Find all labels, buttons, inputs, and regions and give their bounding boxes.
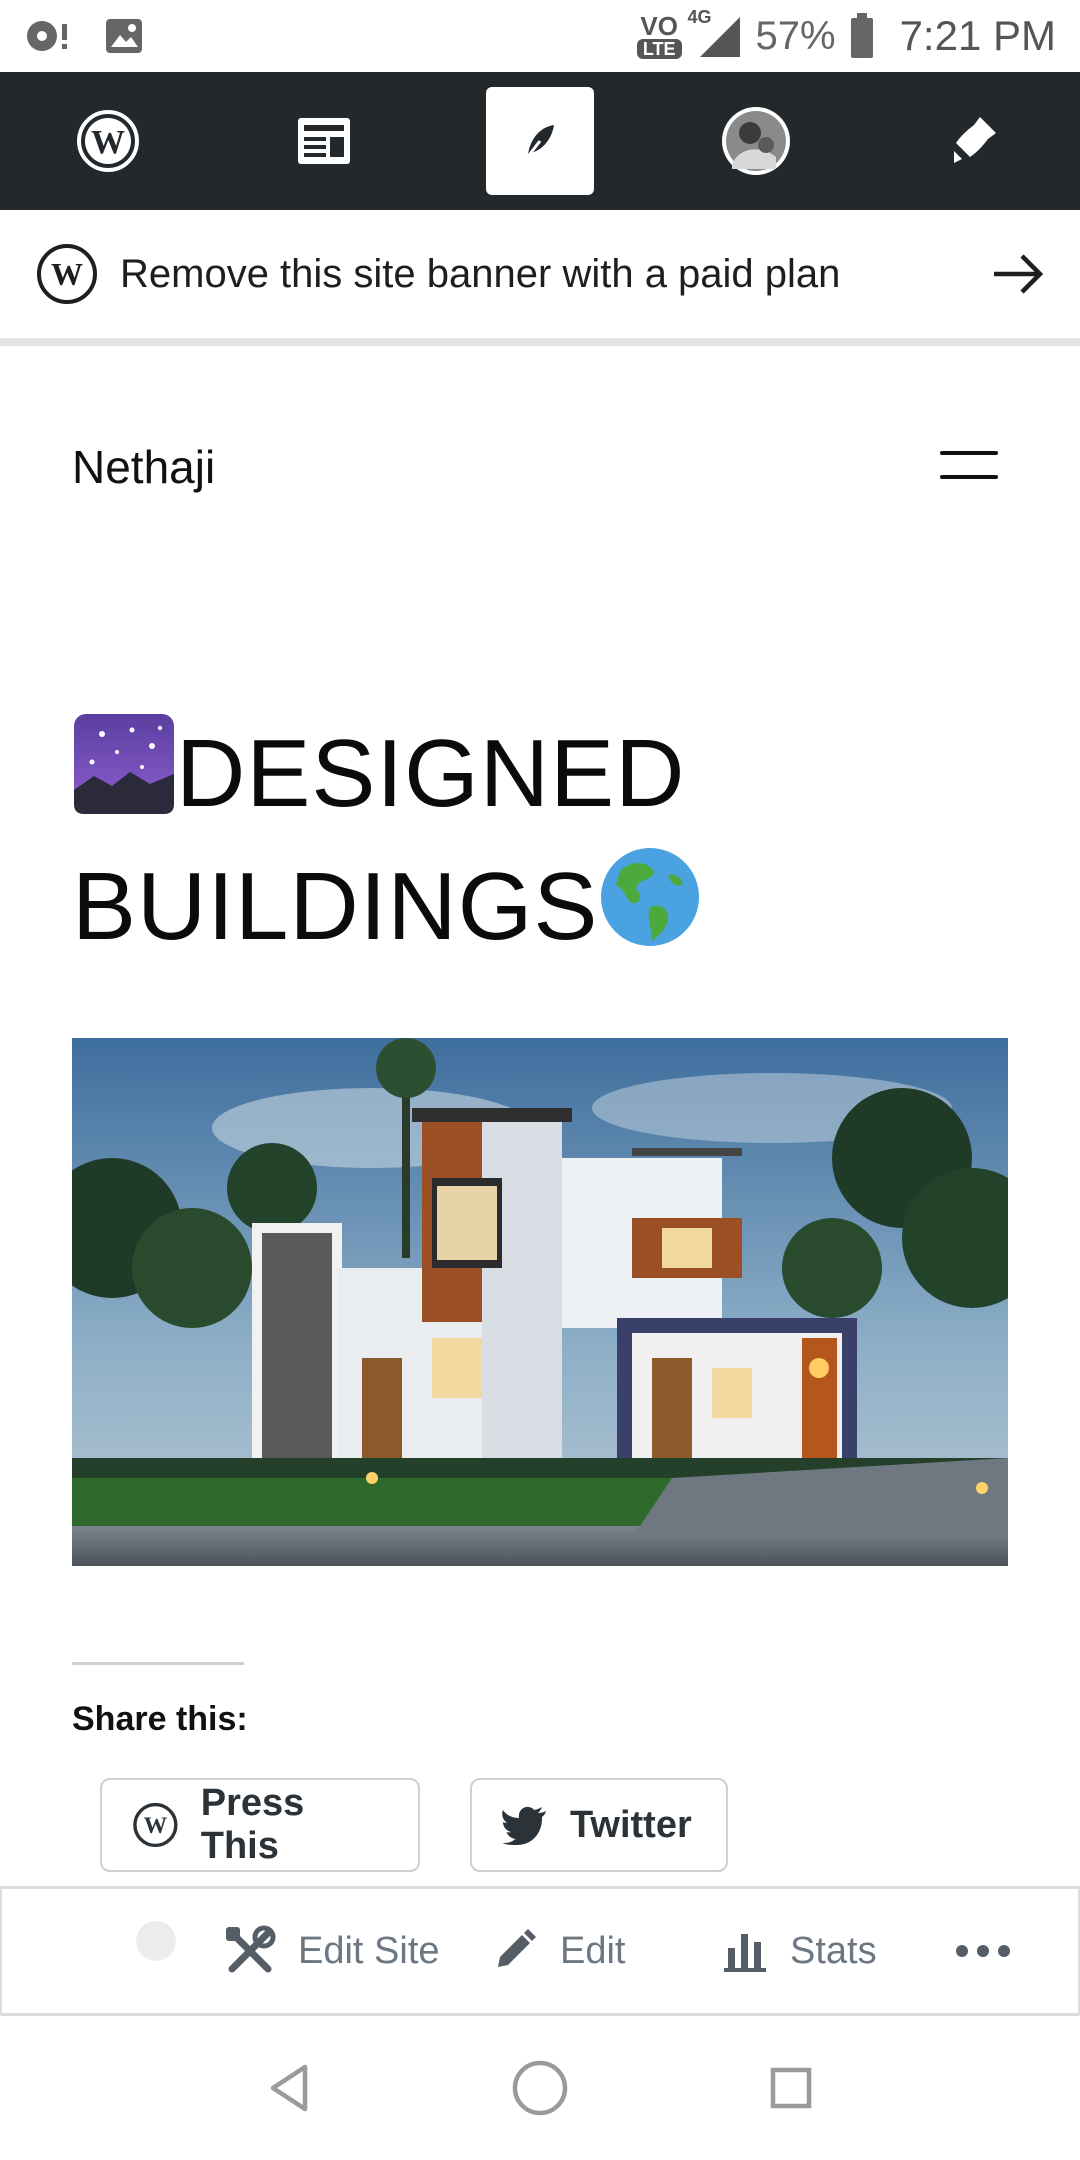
wordpress-logo-icon: W (37, 244, 97, 304)
volte-icon: VO LTE (636, 11, 682, 59)
post-title-line1: DESIGNED (176, 720, 686, 827)
edit-site-button[interactable]: Edit Site (224, 1889, 440, 2013)
arrow-right-icon (994, 254, 1044, 294)
image-icon (104, 17, 144, 55)
stats-button[interactable]: Stats (722, 1889, 877, 2013)
more-options-button[interactable] (954, 1889, 1012, 2013)
my-sites-button[interactable]: W (54, 87, 162, 195)
stats-label: Stats (790, 1929, 877, 1972)
menu-line-top (940, 451, 998, 455)
post-title: DESIGNED BUILDINGS (72, 712, 992, 978)
wordpress-logo-icon: W (77, 110, 139, 172)
stats-bar-chart-icon (724, 1934, 766, 1972)
write-feather-icon (524, 125, 554, 160)
network-type-label: 4G (687, 7, 712, 27)
signal-icon: 4G (688, 7, 742, 59)
share-heading: Share this: (72, 1700, 248, 1738)
press-this-label: Press This (200, 1782, 305, 1867)
recents-icon[interactable] (769, 2066, 813, 2110)
twitter-share-button[interactable]: Twitter (470, 1778, 728, 1872)
twitter-label: Twitter (570, 1803, 692, 1846)
menu-line-bottom (940, 475, 998, 479)
profile-button[interactable] (702, 87, 810, 195)
notifications-bell-icon (954, 117, 996, 163)
reader-icon (298, 118, 350, 164)
upgrade-banner[interactable]: W Remove this site banner with a paid pl… (0, 210, 1080, 346)
volte-label: VO (640, 11, 678, 41)
post-title-line2: BUILDINGS (72, 853, 599, 960)
screen: VO LTE 4G 57% 7:21 PM W W Remove this si… (0, 0, 1080, 2160)
ellipsis-icon (956, 1945, 1010, 1957)
home-icon[interactable] (511, 2059, 569, 2117)
wordpress-logo-icon: W (133, 1802, 178, 1848)
sync-alert-icon (24, 16, 74, 56)
avatar (722, 107, 790, 175)
banner-text: Remove this site banner with a paid plan (120, 251, 841, 296)
globe-americas-emoji-icon (598, 845, 702, 978)
status-bar: VO LTE 4G 57% 7:21 PM (0, 0, 1080, 72)
pencil-icon (498, 1929, 536, 1967)
clock: 7:21 PM (899, 12, 1056, 59)
svg-text:W: W (51, 256, 83, 292)
battery-percent: 57% (755, 13, 836, 58)
write-button[interactable] (486, 87, 594, 195)
menu-button[interactable] (940, 445, 998, 485)
svg-text:W: W (144, 1813, 167, 1839)
facebook-share-button-hidden (134, 1919, 178, 1963)
edit-site-label: Edit Site (298, 1929, 440, 1972)
tools-icon (226, 1925, 276, 1973)
featured-image[interactable] (72, 1038, 1008, 1566)
battery-icon (850, 13, 874, 59)
notifications-button[interactable] (918, 87, 1026, 195)
svg-text:W: W (91, 124, 125, 161)
press-this-button[interactable]: W Press This (100, 1778, 420, 1872)
bottom-action-bar: Edit Site Edit Stats (0, 1886, 1080, 2016)
back-icon[interactable] (267, 2063, 311, 2113)
share-divider (72, 1662, 244, 1665)
twitter-icon (502, 1806, 546, 1845)
wordpress-admin-bar: W (0, 72, 1080, 210)
site-title[interactable]: Nethaji (72, 440, 215, 494)
reader-button[interactable] (270, 87, 378, 195)
system-navigation-bar (0, 2016, 1080, 2160)
lte-label: LTE (636, 39, 682, 59)
edit-label: Edit (560, 1929, 626, 1972)
night-sky-emoji-icon (72, 712, 176, 845)
edit-post-button[interactable]: Edit (490, 1889, 625, 2013)
